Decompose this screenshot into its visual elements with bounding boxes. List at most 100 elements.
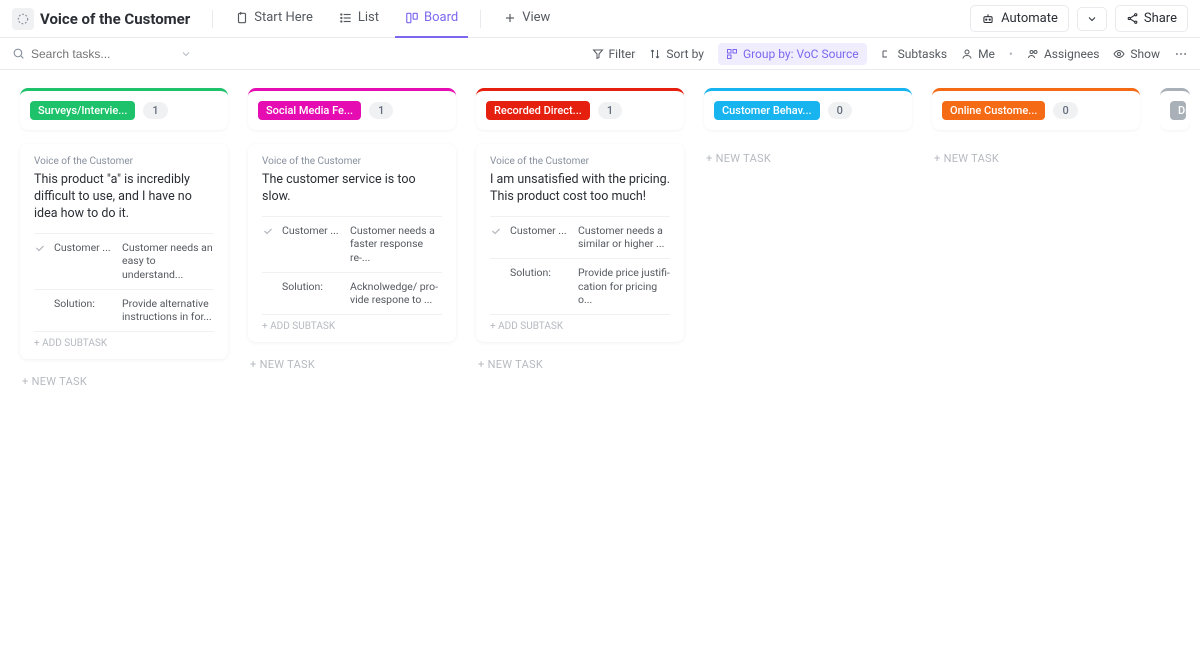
show-button[interactable]: Show [1113, 47, 1160, 61]
tab-label: Board [424, 10, 458, 25]
filter-icon [592, 48, 604, 60]
subtask-label: Customer ... [510, 224, 570, 237]
robot-icon [981, 12, 995, 26]
more-icon [1174, 47, 1188, 61]
automate-button[interactable]: Automate [970, 5, 1069, 32]
divider [212, 10, 213, 28]
subtask-text: Customer needs an easy to understand... [122, 241, 214, 282]
task-card[interactable]: Voice of the CustomerThis product "a" is… [20, 144, 228, 359]
app-header: Voice of the Customer Start Here List Bo… [0, 0, 1200, 38]
new-task-button[interactable]: + NEW TASK [248, 350, 456, 379]
tab-list[interactable]: List [329, 0, 389, 38]
board-column: Surveys/Intervie... 1 Voice of the Custome… [20, 88, 228, 396]
eye-icon [1113, 48, 1125, 60]
me-button[interactable]: Me [961, 47, 995, 61]
new-task-button[interactable]: + NEW TASK [704, 144, 912, 173]
subtask-label: Customer ... [282, 224, 342, 237]
add-subtask-button[interactable]: + ADD SUBTASK [34, 331, 214, 351]
column-count: 0 [828, 102, 852, 119]
subtasks-button[interactable]: Subtasks [881, 47, 947, 61]
dot-separator: • [1009, 47, 1013, 61]
subtasks-icon [881, 48, 893, 60]
plus-icon [503, 11, 517, 25]
column-header[interactable]: Customer Behav... 0 [704, 88, 912, 130]
sort-button[interactable]: Sort by [649, 47, 704, 61]
card-title: The customer service is too slow. [262, 172, 442, 206]
header-right: Automate Share [970, 5, 1188, 32]
people-icon [1027, 48, 1039, 60]
column-header[interactable]: Recorded Direct... 1 [476, 88, 684, 130]
sort-label: Sort by [666, 47, 704, 61]
search-icon [12, 47, 25, 60]
board-column: Social Media Fe...1 Voice of the Customer… [248, 88, 456, 379]
column-label: Dir [1170, 101, 1186, 120]
card-title: I am unsatisfied with the pricing. This … [490, 172, 670, 206]
card-project: Voice of the Customer [490, 156, 670, 167]
subtask-row[interactable]: Customer ... Customer needs a faster resp… [262, 216, 442, 272]
column-header[interactable]: Online Custome...0 [932, 88, 1140, 130]
sort-icon [649, 48, 661, 60]
subtask-text: Customer needs a faster response re-... [350, 224, 442, 265]
new-task-button[interactable]: + NEW TASK [20, 367, 228, 396]
column-label: Customer Behav... [714, 101, 820, 120]
subtasks-label: Subtasks [898, 47, 947, 61]
add-subtask-button[interactable]: + ADD SUBTASK [490, 314, 670, 334]
subtask-row[interactable]: Solution:Provide price justifi-cation fo… [490, 258, 670, 314]
subtask-label: Customer ... [54, 241, 114, 254]
divider [480, 10, 481, 28]
task-card[interactable]: Voice of the Customer I am unsatisfied wi… [476, 144, 684, 342]
automate-dropdown[interactable] [1077, 7, 1107, 31]
more-button[interactable] [1174, 47, 1188, 61]
add-subtask-button[interactable]: + ADD SUBTASK [262, 314, 442, 334]
column-label: Surveys/Intervie... [30, 101, 135, 120]
board-column: Recorded Direct... 1 Voice of the Customer… [476, 88, 684, 379]
tab-board[interactable]: Board [395, 0, 468, 38]
filter-label: Filter [609, 47, 636, 61]
column-header[interactable]: Dir [1160, 88, 1190, 130]
column-header[interactable]: Surveys/Intervie... 1 [20, 88, 228, 130]
automate-label: Automate [1001, 11, 1058, 26]
list-icon [339, 11, 353, 25]
task-card[interactable]: Voice of the CustomerThe customer servic… [248, 144, 456, 342]
chevron-down-icon[interactable] [180, 48, 192, 60]
filter-button[interactable]: Filter [592, 47, 636, 61]
subtask-text: Acknolwedge/ pro-vide respone to ... [350, 280, 442, 307]
subtask-text: Customer needs a similar or higher ... [578, 224, 670, 251]
board-container: Surveys/Intervie... 1 Voice of the Custome… [0, 70, 1200, 414]
column-count: 1 [598, 102, 622, 119]
board-column: Dir [1160, 88, 1190, 144]
board-column: Customer Behav... 0 + NEW TASK [704, 88, 912, 173]
toolbar-right: Filter Sort by Group by: VoC Source Subt… [592, 43, 1188, 65]
subtask-row[interactable]: Customer ... Customer needs a similar or … [490, 216, 670, 258]
subtask-row[interactable]: Customer ... Customer needs an easy to un… [34, 233, 214, 289]
share-button[interactable]: Share [1115, 5, 1188, 32]
board-icon [405, 11, 419, 25]
workspace-icon[interactable] [12, 8, 34, 30]
new-task-button[interactable]: + NEW TASK [476, 350, 684, 379]
column-count: 1 [143, 102, 167, 119]
share-icon [1126, 12, 1139, 25]
tab-label: List [358, 10, 379, 25]
check-icon [262, 225, 274, 237]
subtask-row[interactable]: Solution:Provide alternative instruction… [34, 289, 214, 331]
column-label: Recorded Direct... [486, 101, 590, 120]
column-label: Online Custome... [942, 101, 1045, 120]
assignees-button[interactable]: Assignees [1027, 47, 1099, 61]
card-project: Voice of the Customer [34, 156, 214, 167]
column-header[interactable]: Social Media Fe...1 [248, 88, 456, 130]
check-icon [490, 225, 502, 237]
subtask-row[interactable]: Solution:Acknolwedge/ pro-vide respone t… [262, 272, 442, 314]
tab-add-view[interactable]: View [493, 0, 560, 38]
tab-label: Start Here [254, 10, 313, 25]
subtask-label: Solution: [510, 266, 570, 279]
group-icon [726, 48, 738, 60]
page-title: Voice of the Customer [40, 10, 190, 28]
new-task-button[interactable]: + NEW TASK [932, 144, 1140, 173]
search-wrap[interactable] [12, 47, 192, 61]
check-icon [34, 298, 46, 310]
search-input[interactable] [31, 47, 141, 61]
tab-start-here[interactable]: Start Here [225, 0, 323, 38]
group-by-button[interactable]: Group by: VoC Source [718, 43, 867, 65]
check-icon [34, 242, 46, 254]
chevron-down-icon [1086, 13, 1098, 25]
